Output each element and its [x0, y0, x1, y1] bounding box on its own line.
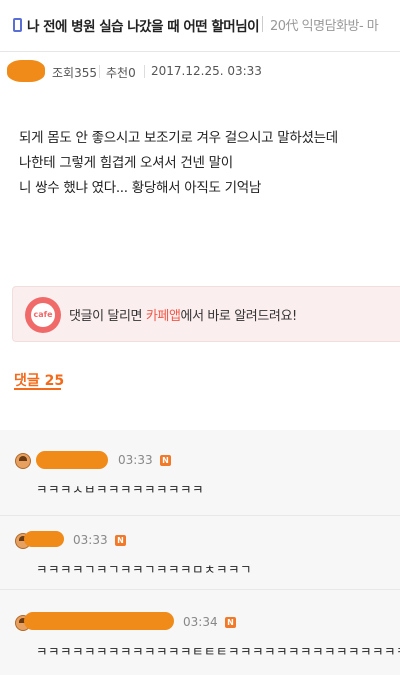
post-header: 나 전에 병원 실습 나갔을 때 어떤 할머님이 20代 익명담화방- 마: [0, 0, 400, 52]
new-badge: N: [160, 455, 171, 466]
post-content: 되게 몸도 안 좋으시고 보조기로 겨우 걸으시고 말하셨는데 나한테 그렇게 …: [19, 126, 394, 201]
cafe-logo-text: cafe: [31, 303, 55, 327]
mobile-phone-icon: [13, 18, 22, 32]
comment-time: 03:34: [183, 615, 218, 629]
post-date: 2017.12.25. 03:33: [151, 64, 262, 78]
cafe-banner-message: 댓글이 달리면 카페앱에서 바로 알려드려요!: [69, 305, 297, 324]
new-badge: N: [225, 617, 236, 628]
redacted-nickname: [24, 531, 64, 547]
post-line: 되게 몸도 안 좋으시고 보조기로 겨우 걸으시고 말하셨는데: [19, 130, 338, 146]
comment-text: ㅋㅋㅋㅋㄱㅋㄱㅋㅋㄱㅋㅋㅋㅁㅊㅋㅋㄱ: [36, 562, 253, 577]
redacted-author-name: [7, 60, 45, 82]
cafe-banner-text: 에서 바로 알려드려요!: [180, 309, 298, 324]
cafe-banner-text: 댓글이 달리면: [69, 309, 146, 324]
comment-item: 03:33 N ㅋㅋㅋㅅㅂㅋㅋㅋㅋㅋㅋㅋㅋㅋ: [0, 430, 400, 516]
comment-item: 03:33 N ㅋㅋㅋㅋㄱㅋㄱㅋㅋㄱㅋㅋㅋㅁㅊㅋㅋㄱ: [0, 516, 400, 590]
cafe-app-banner[interactable]: cafe 댓글이 달리면 카페앱에서 바로 알려드려요!: [12, 286, 400, 342]
post-meta: 조회355 추천0 2017.12.25. 03:33: [0, 52, 400, 92]
divider: [99, 65, 100, 78]
view-count: 조회355: [52, 66, 97, 80]
divider: [262, 16, 263, 32]
comment-text: ㅋㅋㅋㅅㅂㅋㅋㅋㅋㅋㅋㅋㅋㅋ: [36, 482, 205, 497]
comment-item: 03:34 N ㅋㅋㅋㅋㅋㅋㅋㅋㅋㅋㅋㅋㅋㅌㅌㅌㅋㅋㅋㅋㅋㅋㅋㅋㅋㅋㅋㅋㅋㅋㅋ: [0, 590, 400, 675]
post-line: 니 쌍수 했냐 였다... 황당해서 아직도 기억남: [19, 180, 261, 196]
comment-time: 03:33: [118, 453, 153, 467]
comment-list: 03:33 N ㅋㅋㅋㅅㅂㅋㅋㅋㅋㅋㅋㅋㅋㅋ 03:33 N ㅋㅋㅋㅋㄱㅋㄱㅋㅋ…: [0, 430, 400, 675]
divider: [144, 65, 145, 78]
cafe-logo-icon: cafe: [25, 297, 61, 333]
post-title: 나 전에 병원 실습 나갔을 때 어떤 할머님이: [27, 19, 260, 35]
redacted-nickname: [24, 612, 174, 630]
comment-time: 03:33: [73, 533, 108, 547]
cafe-app-link[interactable]: 카페앱: [146, 309, 181, 324]
board-name-link[interactable]: 20代 익명담화방- 마: [270, 15, 379, 34]
tab-underline: [14, 388, 61, 390]
comment-text: ㅋㅋㅋㅋㅋㅋㅋㅋㅋㅋㅋㅋㅋㅌㅌㅌㅋㅋㅋㅋㅋㅋㅋㅋㅋㅋㅋㅋㅋㅋㅋ: [36, 644, 400, 659]
new-badge: N: [115, 535, 126, 546]
post-line: 나한테 그렇게 힘겹게 오셔서 건넨 말이: [19, 155, 233, 171]
recommend-count: 추천0: [106, 66, 136, 80]
redacted-nickname: [36, 451, 108, 469]
avatar-icon: [15, 453, 31, 469]
comment-count-tab[interactable]: 댓글 25: [14, 370, 64, 390]
